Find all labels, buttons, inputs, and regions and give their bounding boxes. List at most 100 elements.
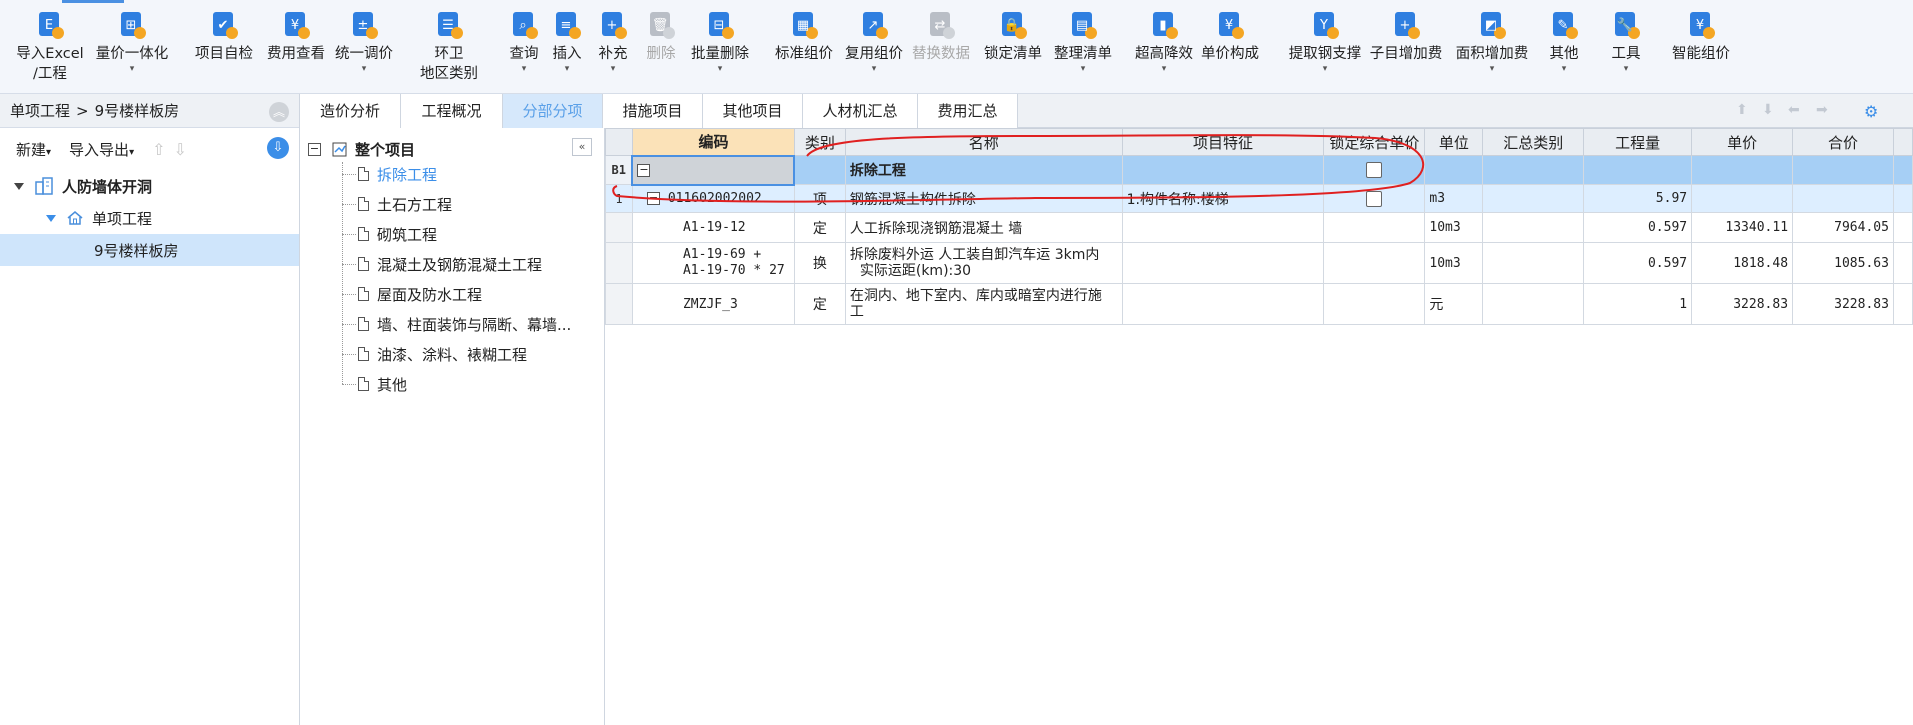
code-cell[interactable]: A1-19-69 + A1-19-70 * 27: [631, 242, 795, 284]
tab-4[interactable]: 其他项目: [703, 94, 803, 128]
group-feature-cell[interactable]: [1121, 155, 1325, 185]
table-row[interactable]: ZMZJF_3 定 在洞内、地下室内、库内或暗室内进行施工 元 1 3228.8…: [605, 283, 1913, 325]
group-lock-cell[interactable]: [1323, 155, 1426, 185]
lock-checkbox[interactable]: [1366, 162, 1383, 178]
collapse-row-icon[interactable]: −: [637, 163, 651, 177]
lock-checkbox[interactable]: [1366, 190, 1383, 207]
nav-left-icon[interactable]: ⬅: [1788, 102, 1800, 118]
nav-right-icon[interactable]: ➡: [1816, 102, 1828, 118]
col-header-type[interactable]: 类别: [793, 128, 846, 156]
nav-down-icon[interactable]: ⬇: [1762, 102, 1774, 118]
lock-cell[interactable]: [1323, 242, 1426, 284]
toolbar-button-organize-list[interactable]: ▤ 整理清单 ▾: [1043, 8, 1123, 90]
lock-cell[interactable]: [1323, 212, 1426, 243]
tab-5[interactable]: 人材机汇总: [803, 94, 918, 128]
col-header-summary-type[interactable]: 汇总类别: [1482, 128, 1585, 156]
download-icon[interactable]: ⇩: [267, 137, 289, 159]
tab-2[interactable]: 分部分项: [503, 94, 603, 128]
toolbar-button-excel-import[interactable]: E 导入Excel/工程: [10, 8, 90, 90]
price-cell[interactable]: 3228.83: [1691, 283, 1794, 325]
unit-cell[interactable]: 元: [1424, 283, 1484, 325]
import-export-button[interactable]: 导入导出▾: [69, 139, 134, 160]
dropdown-arrow-icon[interactable]: ▾: [565, 64, 570, 74]
new-button[interactable]: 新建▾: [16, 139, 51, 160]
group-unit-cell[interactable]: [1424, 155, 1484, 185]
tab-1[interactable]: 工程概况: [401, 94, 503, 128]
code-cell[interactable]: A1-19-12: [631, 212, 795, 243]
total-cell[interactable]: 3228.83: [1792, 283, 1894, 325]
toolbar-button-self-check[interactable]: ✔ 项目自检: [184, 8, 264, 90]
dropdown-arrow-icon[interactable]: ▾: [1490, 64, 1495, 74]
dropdown-arrow-icon[interactable]: ▾: [1562, 64, 1567, 74]
toolbar-button-standard-price[interactable]: ▦ 标准组价: [764, 8, 844, 90]
tab-3[interactable]: 措施项目: [603, 94, 703, 128]
type-cell[interactable]: 项: [793, 184, 846, 213]
name-cell[interactable]: 人工拆除现浇钢筋混凝土 墙: [844, 212, 1123, 243]
group-price-cell[interactable]: [1691, 155, 1794, 185]
col-header-unit-price[interactable]: 单价: [1691, 128, 1794, 156]
toolbar-button-tools[interactable]: 🔧 工具 ▾: [1586, 8, 1666, 90]
feature-cell[interactable]: [1121, 283, 1325, 325]
breadcrumb-root[interactable]: 单项工程: [10, 100, 70, 121]
tree-node-leaf[interactable]: 9号楼样板房: [0, 234, 299, 266]
dropdown-arrow-icon[interactable]: ▾: [1081, 64, 1086, 74]
col-header-feature[interactable]: 项目特征: [1121, 128, 1325, 156]
toolbar-button-lock[interactable]: 🔒 锁定清单: [973, 8, 1053, 90]
dropdown-arrow-icon[interactable]: ▾: [718, 64, 723, 74]
summary-cell[interactable]: [1482, 283, 1585, 325]
name-cell[interactable]: 拆除废料外运 人工装自卸汽车运 3km内 实际运距(km):30: [844, 242, 1123, 284]
group-summary-cell[interactable]: [1482, 155, 1585, 185]
tab-6[interactable]: 费用汇总: [918, 94, 1018, 128]
name-cell[interactable]: 钢筋混凝土构件拆除: [844, 184, 1123, 213]
section-tree-item[interactable]: 拆除工程: [358, 161, 437, 187]
summary-cell[interactable]: [1482, 242, 1585, 284]
tree-node-child[interactable]: 单项工程: [0, 202, 299, 234]
section-tree-item[interactable]: 土石方工程: [358, 191, 452, 217]
lock-cell[interactable]: [1323, 184, 1426, 213]
dropdown-arrow-icon[interactable]: ▾: [362, 64, 367, 74]
group-row[interactable]: B1 − 拆除工程: [605, 154, 1913, 186]
type-cell[interactable]: 定: [793, 212, 846, 243]
qty-cell[interactable]: 0.597: [1583, 212, 1693, 243]
unit-cell[interactable]: 10m3: [1424, 242, 1484, 284]
col-header-name[interactable]: 名称: [844, 128, 1123, 156]
col-header-total[interactable]: 合价: [1792, 128, 1894, 156]
toolbar-button-sub-fee[interactable]: + 子目增加费: [1366, 8, 1446, 90]
qty-cell[interactable]: 5.97: [1583, 184, 1693, 213]
col-header-code[interactable]: 编码: [631, 128, 795, 156]
summary-cell[interactable]: [1482, 184, 1585, 213]
code-cell[interactable]: ZMZJF_3: [631, 283, 795, 325]
section-tree-root[interactable]: − 整个项目: [308, 136, 415, 162]
collapse-panel-icon[interactable]: ︽: [269, 102, 289, 122]
toolbar-button-unit-price[interactable]: ¥ 单价构成: [1190, 8, 1270, 90]
expand-caret-icon[interactable]: [46, 214, 56, 222]
collapse-tree-node-icon[interactable]: −: [308, 142, 321, 156]
toolbar-button-batch-delete[interactable]: ⊟ 批量删除 ▾: [680, 8, 760, 90]
toolbar-button-area-fee[interactable]: ◩ 面积增加费 ▾: [1452, 8, 1532, 90]
group-type-cell[interactable]: [793, 155, 846, 185]
toolbar-button-adjust-price[interactable]: ± 统一调价 ▾: [324, 8, 404, 90]
col-header-quantity[interactable]: 工程量: [1583, 128, 1693, 156]
dropdown-arrow-icon[interactable]: ▾: [872, 64, 877, 74]
tree-node-root[interactable]: 人防墙体开洞: [0, 170, 299, 202]
group-name-cell[interactable]: 拆除工程: [844, 155, 1123, 185]
table-row[interactable]: A1-19-12 定 人工拆除现浇钢筋混凝土 墙 10m3 0.597 1334…: [605, 212, 1913, 243]
col-header-lock-price[interactable]: 锁定综合单价: [1323, 128, 1426, 156]
group-total-cell[interactable]: [1792, 155, 1894, 185]
tab-0[interactable]: 造价分析: [300, 94, 401, 128]
nav-up-icon[interactable]: ⬆: [1736, 102, 1748, 118]
dropdown-arrow-icon[interactable]: ▾: [1162, 64, 1167, 74]
dropdown-arrow-icon[interactable]: ▾: [522, 64, 527, 74]
toolbar-button-steel-support[interactable]: Y 提取钢支撑 ▾: [1285, 8, 1365, 90]
price-cell[interactable]: [1691, 184, 1794, 213]
type-cell[interactable]: 换: [793, 242, 846, 284]
section-tree-item[interactable]: 油漆、涂料、裱糊工程: [358, 341, 527, 367]
total-cell[interactable]: 7964.05: [1792, 212, 1894, 243]
col-header-unit[interactable]: 单位: [1424, 128, 1484, 156]
dropdown-arrow-icon[interactable]: ▾: [611, 64, 616, 74]
section-tree-item[interactable]: 砌筑工程: [358, 221, 437, 247]
total-cell[interactable]: 1085.63: [1792, 242, 1894, 284]
section-tree-item[interactable]: 混凝土及钢筋混凝土工程: [358, 251, 542, 277]
expand-caret-icon[interactable]: [14, 182, 24, 190]
qty-cell[interactable]: 0.597: [1583, 242, 1693, 284]
